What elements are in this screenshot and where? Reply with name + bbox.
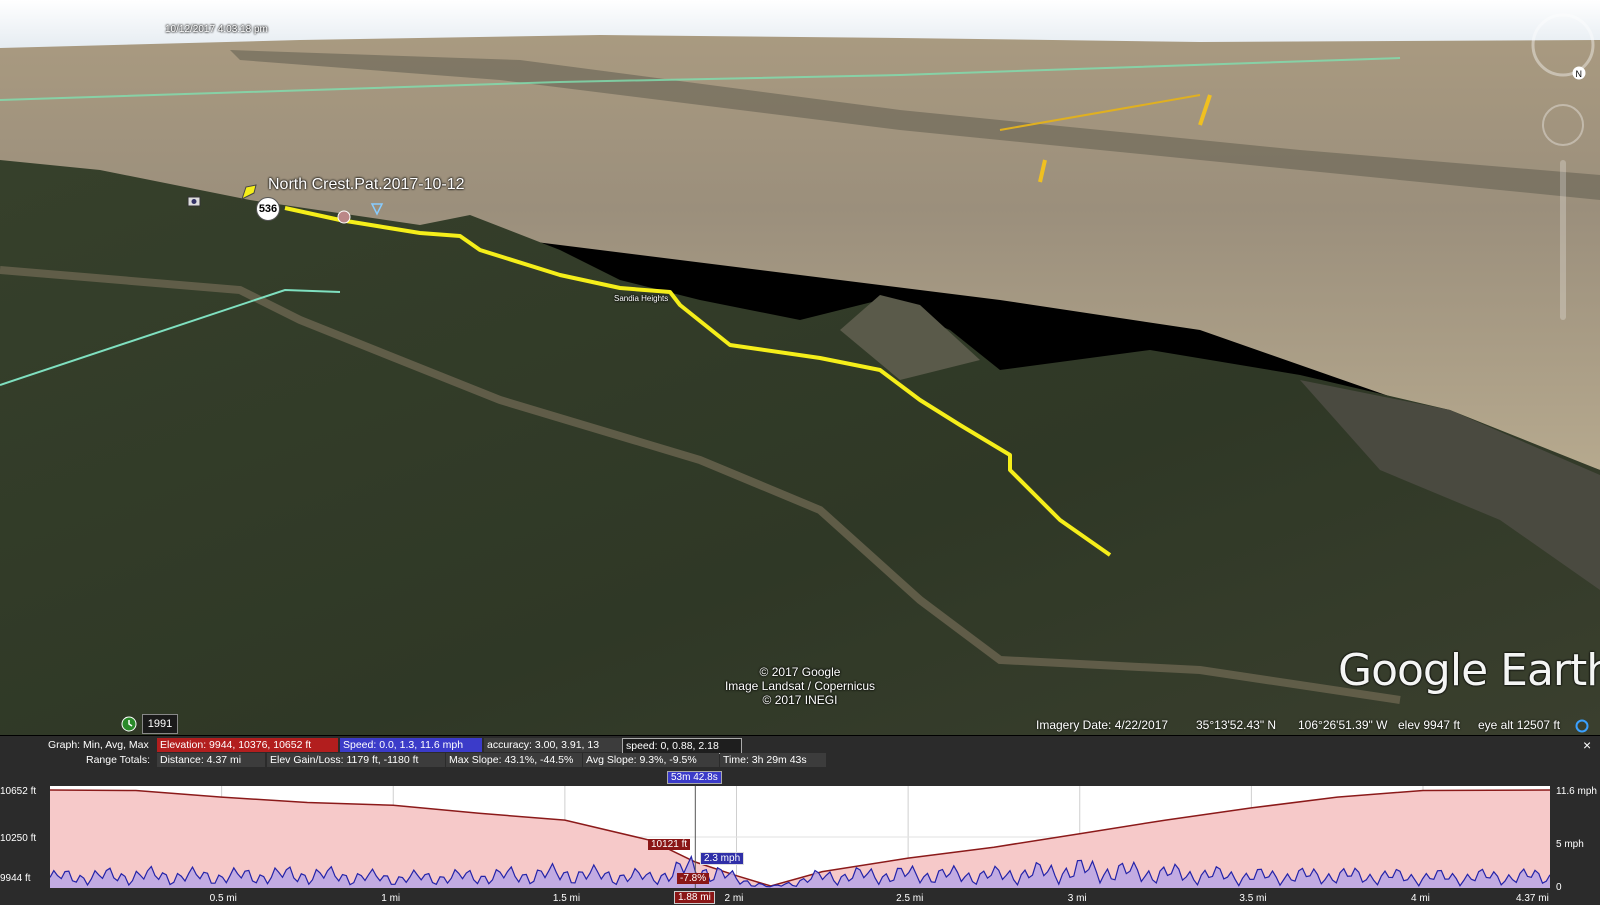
copyright-line: © 2017 Google [759, 665, 841, 679]
x-tick-label: 0.5 mi [209, 893, 237, 904]
x-tick-label: 2 mi [724, 893, 744, 904]
graph-label: Graph: Min, Avg, Max [48, 739, 149, 751]
tour-timestamp: 10/12/2017 4:03:18 pm [165, 24, 268, 35]
y-axis-right-min: 0 [1556, 882, 1562, 893]
speed-stats[interactable]: Speed: 0.0, 1.3, 11.6 mph [340, 738, 482, 752]
track-label[interactable]: North Crest.Pat.2017-10-12 [268, 176, 465, 194]
y-axis-left-min: 9944 ft [0, 873, 31, 884]
svg-text:N: N [1576, 69, 1583, 79]
y-axis-right-mid: 5 mph [1556, 839, 1584, 850]
x-tick-label: 3 mi [1067, 893, 1087, 904]
y-axis-left-mid: 10250 ft [0, 833, 37, 844]
close-panel-button[interactable]: × [1583, 737, 1591, 753]
status-bar: Imagery Date: 4/22/2017 35°13'52.43" N 1… [0, 716, 1600, 736]
total-time: Time: 3h 29m 43s [720, 753, 826, 767]
longitude-readout: 106°26'51.39" W [1298, 718, 1388, 732]
compass-north-icon[interactable]: N [1572, 66, 1586, 80]
cursor-distance-label: 1.88 mi [674, 891, 715, 904]
y-axis-left-max: 10652 ft [0, 786, 37, 797]
earth-3d-view[interactable]: 10/12/2017 4:03:18 pm North Crest.Pat.20… [0, 0, 1600, 735]
accuracy-stats[interactable]: accuracy: 3.00, 3.91, 13 [484, 738, 622, 752]
elev-gain-loss: Elev Gain/Loss: 1179 ft, -1180 ft [267, 753, 445, 767]
google-earth-logo: Google Earth [1338, 645, 1600, 696]
antenna-icon[interactable] [370, 202, 384, 216]
x-tick-label: 4.37 mi [1516, 893, 1549, 904]
imagery-copyright: © 2017 Google Image Landsat / Copernicus… [720, 665, 880, 707]
range-totals-label: Range Totals: [86, 754, 151, 766]
placemark-pin-icon[interactable] [238, 181, 260, 203]
x-tick-label: 1 mi [381, 893, 401, 904]
y-axis-right-max: 11.6 mph [1556, 786, 1597, 797]
cursor-elevation-label: 10121 ft [648, 839, 691, 850]
poi-icon[interactable] [337, 210, 351, 224]
navigation-controls[interactable] [1525, 10, 1595, 340]
elevation-readout: elev 9947 ft [1398, 718, 1461, 732]
speed2-stats[interactable]: speed: 0, 0.88, 2.18 [622, 738, 742, 754]
look-around-icon[interactable] [1575, 719, 1589, 733]
imagery-date: Imagery Date: 4/22/2017 [1036, 718, 1169, 732]
cursor-slope-label: -7.8% [677, 873, 710, 884]
x-tick-label: 1.5 mi [552, 893, 581, 904]
gps-track[interactable] [0, 0, 1600, 735]
eye-altitude-readout: eye alt 12507 ft [1478, 718, 1561, 732]
avg-slope: Avg Slope: 9.3%, -9.5% [583, 753, 719, 767]
cursor-time-label: 53m 42.8s [667, 771, 722, 784]
camera-icon[interactable] [187, 195, 201, 207]
elevation-speed-graph[interactable] [50, 786, 1550, 888]
waypoint-label[interactable]: Sandia Heights [614, 294, 668, 303]
x-tick-label: 4 mi [1410, 893, 1430, 904]
distance-total: Distance: 4.37 mi [157, 753, 265, 767]
track-marker-badge[interactable]: 536 [256, 197, 280, 221]
x-tick-label: 3.5 mi [1239, 893, 1267, 904]
elevation-stats[interactable]: Elevation: 9944, 10376, 10652 ft [157, 738, 338, 752]
x-tick-label: 2.5 mi [896, 893, 924, 904]
max-slope: Max Slope: 43.1%, -44.5% [446, 753, 582, 767]
copyright-line: Image Landsat / Copernicus [724, 679, 876, 693]
copyright-line: © 2017 INEGI [762, 693, 838, 707]
cursor-speed-label: 2.3 mph [700, 852, 745, 865]
latitude-readout: 35°13'52.43" N [1196, 718, 1277, 732]
